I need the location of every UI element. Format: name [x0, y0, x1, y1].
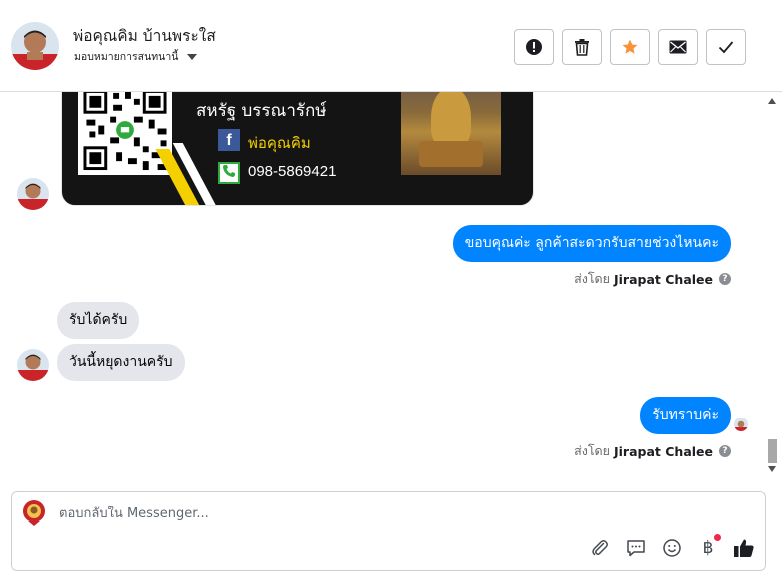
chat-icon	[627, 540, 645, 557]
attach-button[interactable]	[589, 537, 611, 559]
assign-conversation-dropdown[interactable]: มอบหมายการสนทนานี้	[74, 48, 198, 65]
reply-composer: ฿	[11, 491, 766, 571]
alert-icon	[526, 39, 542, 55]
sent-by-label: ส่งโดย	[574, 271, 610, 286]
message-thread[interactable]: สหรัฐ บรรณารักษ์ f พ่อคุณคิม 098-5869421…	[0, 92, 782, 480]
caret-down-icon	[187, 53, 198, 60]
incoming-message[interactable]: รับได้ครับ	[57, 302, 140, 339]
star-icon	[622, 39, 638, 54]
composer-tools: ฿	[589, 534, 755, 559]
phone-icon	[218, 162, 240, 184]
emoji-button[interactable]	[661, 537, 683, 559]
mail-icon	[669, 40, 687, 54]
contact-name[interactable]: พ่อคุณคิม บ้านพระใส	[73, 23, 216, 48]
scrollbar-thumb[interactable]	[768, 439, 777, 463]
sent-by-info: ส่งโดย Jirapat Chalee ?	[574, 269, 731, 289]
card-facebook-name: พ่อคุณคิม	[248, 134, 311, 152]
contact-avatar-small[interactable]	[17, 349, 49, 381]
conversation-header: พ่อคุณคิม บ้านพระใส มอบหมายการสนทนานี้	[0, 0, 782, 92]
reply-input[interactable]	[59, 506, 559, 521]
payment-button[interactable]: ฿	[697, 534, 721, 559]
card-phone: 098-5869421	[248, 163, 337, 180]
help-icon[interactable]: ?	[719, 445, 731, 457]
mark-spam-button[interactable]	[514, 29, 554, 65]
facebook-icon: f	[218, 129, 240, 151]
check-icon	[718, 41, 734, 54]
saved-replies-button[interactable]	[625, 537, 647, 559]
paperclip-icon	[592, 540, 608, 556]
sent-by-label: ส่งโดย	[574, 443, 610, 458]
emoji-icon	[663, 539, 681, 557]
mark-done-button[interactable]	[706, 29, 746, 65]
mark-unread-button[interactable]	[658, 29, 698, 65]
scroll-down-arrow-icon[interactable]	[768, 466, 776, 472]
assign-label: มอบหมายการสนทนานี้	[74, 51, 179, 63]
like-button[interactable]	[733, 537, 755, 559]
baht-icon: ฿	[702, 538, 714, 558]
qr-code	[78, 92, 172, 175]
star-button[interactable]	[610, 29, 650, 65]
notification-dot	[714, 534, 721, 541]
thread-scrollbar[interactable]	[766, 94, 778, 478]
trash-icon	[575, 39, 589, 56]
sender-name[interactable]: Jirapat Chalee	[614, 444, 713, 459]
page-avatar	[22, 499, 46, 527]
card-owner-name: สหรัฐ บรรณารักษ์	[196, 101, 327, 121]
like-icon	[734, 539, 754, 557]
contact-avatar[interactable]	[11, 22, 59, 70]
scroll-up-arrow-icon[interactable]	[768, 98, 776, 104]
outgoing-message[interactable]: รับทราบค่ะ	[640, 397, 731, 434]
incoming-message[interactable]: วันนี้หยุดงานครับ	[57, 344, 185, 381]
header-actions	[514, 29, 746, 65]
contact-avatar-small[interactable]	[17, 178, 49, 210]
outgoing-message[interactable]: ขอบคุณค่ะ ลูกค้าสะดวกรับสายช่วงไหนคะ	[452, 225, 731, 262]
business-card-image[interactable]: สหรัฐ บรรณารักษ์ f พ่อคุณคิม 098-5869421	[61, 92, 534, 206]
delete-button[interactable]	[562, 29, 602, 65]
read-receipt-avatar	[734, 417, 748, 431]
sender-name[interactable]: Jirapat Chalee	[614, 272, 713, 287]
help-icon[interactable]: ?	[719, 273, 731, 285]
sent-by-info: ส่งโดย Jirapat Chalee ?	[574, 441, 731, 461]
buddha-image	[401, 92, 501, 175]
